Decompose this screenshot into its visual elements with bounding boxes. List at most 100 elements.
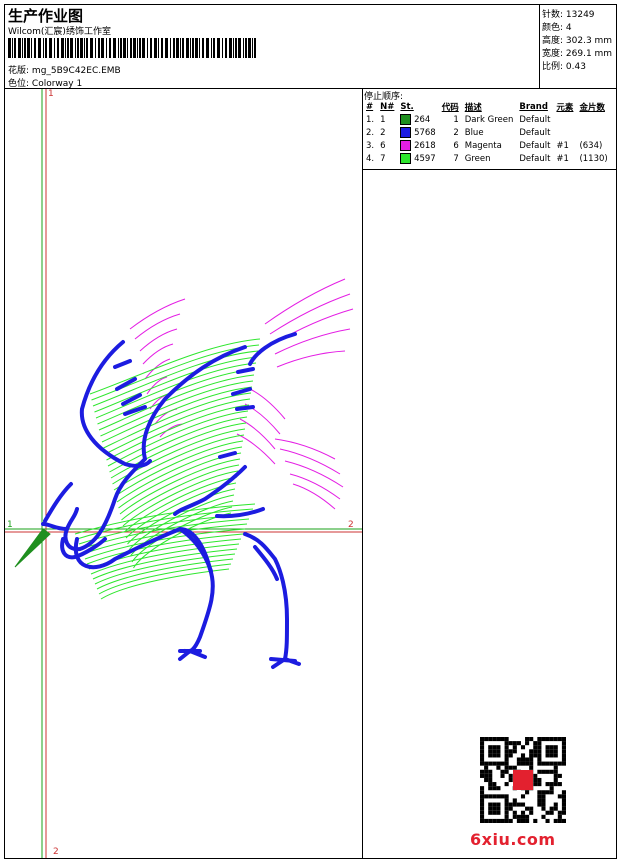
qr-module xyxy=(508,741,513,746)
qr-module xyxy=(496,786,501,791)
qr-module xyxy=(553,802,558,807)
qr-module xyxy=(561,818,566,823)
qr-module xyxy=(484,769,489,774)
stop-row: 3. 6 2618 6 Magenta Default #1 (634) xyxy=(363,139,611,152)
cell: 7 xyxy=(380,153,386,164)
barcode-bar xyxy=(248,38,251,58)
barcode-bar xyxy=(133,38,136,58)
qr-module xyxy=(545,749,550,754)
barcode-bar xyxy=(176,38,179,58)
qr-module xyxy=(484,737,489,742)
barcode-bar xyxy=(245,38,247,58)
column-header: Brand xyxy=(519,101,548,112)
stat-label: 比例: xyxy=(542,62,564,72)
color-swatch xyxy=(400,114,412,125)
cell: 6 xyxy=(380,140,386,151)
barcode-bar xyxy=(252,38,253,58)
barcode-bar xyxy=(84,38,85,58)
qr-module xyxy=(504,741,509,746)
qr-module xyxy=(541,761,546,766)
stat-row: 高度: 302.3 mm xyxy=(542,33,612,46)
barcode-bar xyxy=(229,38,232,58)
qr-module xyxy=(504,745,509,750)
qr-module xyxy=(549,753,554,758)
qr-module xyxy=(549,782,554,787)
qr-module xyxy=(520,810,526,815)
qr-module xyxy=(553,753,558,758)
barcode-bar xyxy=(65,38,66,58)
qr-module xyxy=(529,757,534,762)
barcode-bar xyxy=(202,38,204,58)
column-header: N# xyxy=(380,101,395,112)
color-swatch xyxy=(400,140,412,151)
qr-module xyxy=(537,757,542,762)
barcode-bar xyxy=(139,38,141,58)
qr-module xyxy=(561,745,566,750)
stop-sequence-header-row: # N# St. 代码 描述 Brand 元素 金片数 xyxy=(363,100,611,113)
stat-value: 4 xyxy=(563,23,572,33)
cell xyxy=(553,126,576,139)
feather-stroke xyxy=(134,313,181,340)
qr-module xyxy=(488,749,493,754)
cell: #1 xyxy=(556,140,569,151)
qr-module xyxy=(529,749,534,754)
crane-embroidery xyxy=(14,278,354,669)
qr-module xyxy=(496,749,501,754)
qr-module xyxy=(561,802,566,807)
qr-module xyxy=(496,753,501,758)
qr-module xyxy=(500,773,505,778)
stat-value: 0.43 xyxy=(563,62,586,72)
qr-module xyxy=(520,814,526,819)
qr-module xyxy=(496,802,501,807)
qr-module xyxy=(492,802,497,807)
stat-label: 针数: xyxy=(542,10,564,20)
qr-module xyxy=(488,802,493,807)
qr-module xyxy=(488,745,493,750)
barcode-bar xyxy=(86,38,88,58)
qr-module xyxy=(541,790,546,795)
barcode-bar xyxy=(109,38,111,58)
axis-label-right: 2 xyxy=(348,520,354,530)
feather-stroke xyxy=(129,298,186,330)
qr-module xyxy=(545,790,550,795)
barcode-bar xyxy=(127,38,128,58)
qr-module xyxy=(504,765,509,770)
qr-module xyxy=(557,782,562,787)
barcode-bar xyxy=(31,38,32,58)
qr-module xyxy=(500,761,505,766)
qr-module xyxy=(512,749,517,754)
barcode-bar xyxy=(186,38,189,58)
stop-sequence-table: # N# St. 代码 描述 Brand 元素 金片数 1. 1 264 1 Dark Green D… xyxy=(363,100,611,165)
qr-module xyxy=(537,798,542,803)
cell: #1 xyxy=(556,153,569,164)
stitch-count: 4597 xyxy=(411,154,436,164)
barcode-bar xyxy=(147,38,148,58)
barcode-bar xyxy=(142,38,145,58)
qr-module xyxy=(504,757,509,762)
qr-module xyxy=(496,737,501,742)
stop-row: 1. 1 264 1 Dark Green Default xyxy=(363,113,611,126)
qr-module xyxy=(508,753,513,758)
qr-module xyxy=(557,794,562,799)
cell: 6 xyxy=(453,140,459,151)
feather-stroke xyxy=(274,328,351,355)
qr-module xyxy=(525,757,530,762)
qr-module xyxy=(504,810,509,815)
swatch-cell: 4597 xyxy=(397,152,438,165)
qr-module xyxy=(504,814,509,819)
qr-module xyxy=(561,737,566,742)
qr-module xyxy=(553,769,558,774)
barcode-bar xyxy=(217,38,220,58)
column-header: 元素 xyxy=(556,102,574,113)
stitch-count: 264 xyxy=(411,115,431,125)
swatch-cell: 2618 xyxy=(397,139,438,152)
cell: 4. xyxy=(366,153,375,164)
qr-module xyxy=(557,818,562,823)
qr-module xyxy=(561,810,566,815)
qr-module xyxy=(504,806,509,811)
qr-module xyxy=(549,786,554,791)
company-name: Wilcom(汇宸)绣饰工作室 xyxy=(8,27,111,37)
cell: 1. xyxy=(366,114,375,125)
barcode-bar xyxy=(113,38,116,58)
qr-module xyxy=(553,737,558,742)
